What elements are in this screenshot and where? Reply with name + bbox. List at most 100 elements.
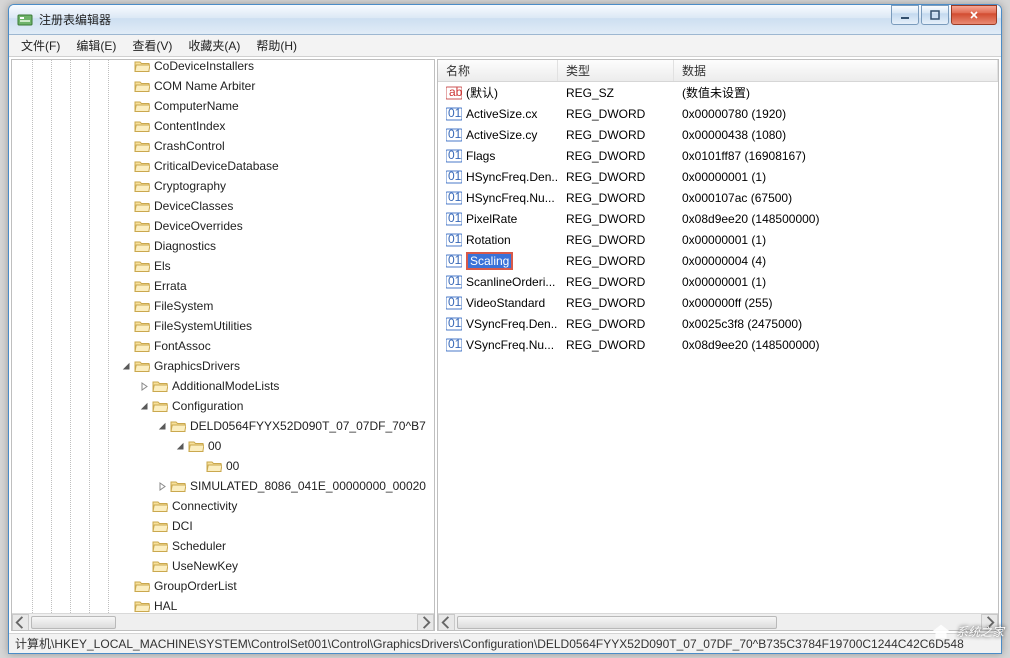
scroll-left-icon[interactable] xyxy=(12,614,29,631)
tree-item[interactable]: GroupOrderList xyxy=(12,576,434,596)
value-row[interactable]: ScanlineOrderi...REG_DWORD0x00000001 (1) xyxy=(438,271,998,292)
value-row[interactable]: ActiveSize.cx REG_DWORD0x00000780 (1920) xyxy=(438,103,998,124)
collapse-icon[interactable] xyxy=(156,420,168,432)
tree-item[interactable]: FontAssoc xyxy=(12,336,434,356)
minimize-button[interactable] xyxy=(891,5,919,25)
values-list[interactable]: (默认)REG_SZ(数值未设置)ActiveSize.cxREG_DWORD0… xyxy=(438,82,998,613)
value-row[interactable]: VideoStandardREG_DWORD0x000000ff (255) xyxy=(438,292,998,313)
scroll-thumb[interactable] xyxy=(31,616,116,629)
twisty-spacer xyxy=(138,560,150,572)
tree-item[interactable]: Scheduler xyxy=(12,536,434,556)
titlebar[interactable]: 注册表编辑器 xyxy=(9,5,1001,35)
tree-scroll-area[interactable]: CoDeviceInstallersCOM Name ArbiterComput… xyxy=(12,60,434,613)
menu-favorites[interactable]: 收藏夹(A) xyxy=(180,35,248,56)
col-type[interactable]: 类型 xyxy=(558,60,674,81)
tree-item[interactable]: 00 xyxy=(12,456,434,476)
status-path: 计算机\HKEY_LOCAL_MACHINE\SYSTEM\ControlSet… xyxy=(15,635,964,652)
tree-item-label: DeviceOverrides xyxy=(154,219,243,233)
value-row[interactable]: PixelRateREG_DWORD0x08d9ee20 (148500000) xyxy=(438,208,998,229)
tree-item-label: 00 xyxy=(208,439,221,453)
expand-icon[interactable] xyxy=(138,380,150,392)
tree-item-label: DELD0564FYYX52D090T_07_07DF_70^B7 xyxy=(190,419,426,433)
menu-edit[interactable]: 编辑(E) xyxy=(68,35,124,56)
tree-item[interactable]: Diagnostics xyxy=(12,236,434,256)
value-name: HSyncFreq.Den... xyxy=(466,170,558,184)
folder-icon xyxy=(152,539,168,553)
values-header: 名称 类型 数据 xyxy=(438,60,998,82)
value-data: 0x00000001 (1) xyxy=(674,170,998,184)
tree-item[interactable]: FileSystem xyxy=(12,296,434,316)
twisty-spacer xyxy=(120,180,132,192)
scroll-track[interactable] xyxy=(455,614,981,631)
tree-item[interactable]: DeviceClasses xyxy=(12,196,434,216)
tree-item[interactable]: CoDeviceInstallers xyxy=(12,60,434,76)
value-type: REG_DWORD xyxy=(558,107,674,121)
folder-icon xyxy=(134,199,150,213)
value-row[interactable]: (默认)REG_SZ(数值未设置) xyxy=(438,82,998,103)
value-row[interactable]: VSyncFreq.Den...REG_DWORD0x0025c3f8 (247… xyxy=(438,313,998,334)
tree-item[interactable]: Cryptography xyxy=(12,176,434,196)
tree-item[interactable]: HAL xyxy=(12,596,434,613)
string-value-icon xyxy=(446,85,462,101)
twisty-spacer xyxy=(120,120,132,132)
value-row[interactable]: ScalingREG_DWORD0x00000004 (4) xyxy=(438,250,998,271)
tree-item[interactable]: ComputerName xyxy=(12,96,434,116)
scroll-left-icon[interactable] xyxy=(438,614,455,631)
close-button[interactable] xyxy=(951,5,997,25)
tree-item[interactable]: COM Name Arbiter xyxy=(12,76,434,96)
tree-hscrollbar[interactable] xyxy=(12,613,434,630)
value-type: REG_DWORD xyxy=(558,296,674,310)
tree-item[interactable]: Errata xyxy=(12,276,434,296)
tree-item-label: Els xyxy=(154,259,171,273)
tree-item[interactable]: SIMULATED_8086_041E_00000000_00020 xyxy=(12,476,434,496)
folder-icon xyxy=(152,499,168,513)
scroll-track[interactable] xyxy=(29,614,417,631)
value-type: REG_DWORD xyxy=(558,149,674,163)
scroll-right-icon[interactable] xyxy=(417,614,434,631)
maximize-button[interactable] xyxy=(921,5,949,25)
tree-item[interactable]: DELD0564FYYX52D090T_07_07DF_70^B7 xyxy=(12,416,434,436)
twisty-spacer xyxy=(120,300,132,312)
expand-icon[interactable] xyxy=(156,480,168,492)
value-row[interactable]: ActiveSize.cyREG_DWORD0x00000438 (1080) xyxy=(438,124,998,145)
tree-item[interactable]: DCI xyxy=(12,516,434,536)
value-row[interactable]: HSyncFreq.Den...REG_DWORD0x00000001 (1) xyxy=(438,166,998,187)
value-row[interactable]: HSyncFreq.Nu...REG_DWORD0x000107ac (6750… xyxy=(438,187,998,208)
value-data: 0x00000001 (1) xyxy=(674,233,998,247)
tree-item[interactable]: Els xyxy=(12,256,434,276)
collapse-icon[interactable] xyxy=(174,440,186,452)
tree-item[interactable]: Configuration xyxy=(12,396,434,416)
value-data: 0x00000780 (1920) xyxy=(674,107,998,121)
twisty-spacer xyxy=(120,100,132,112)
tree-item[interactable]: FileSystemUtilities xyxy=(12,316,434,336)
collapse-icon[interactable] xyxy=(120,360,132,372)
tree-item[interactable]: UseNewKey xyxy=(12,556,434,576)
scroll-thumb[interactable] xyxy=(457,616,777,629)
menu-help[interactable]: 帮助(H) xyxy=(248,35,305,56)
value-name: ActiveSize.cx xyxy=(466,107,537,121)
menu-file[interactable]: 文件(F) xyxy=(13,35,68,56)
menu-view[interactable]: 查看(V) xyxy=(124,35,180,56)
collapse-icon[interactable] xyxy=(138,400,150,412)
tree-item[interactable]: CriticalDeviceDatabase xyxy=(12,156,434,176)
tree-item-label: Scheduler xyxy=(172,539,226,553)
tree-item[interactable]: CrashControl xyxy=(12,136,434,156)
value-type: REG_DWORD xyxy=(558,317,674,331)
tree-item[interactable]: Connectivity xyxy=(12,496,434,516)
tree-item[interactable]: AdditionalModeLists xyxy=(12,376,434,396)
tree-item[interactable]: GraphicsDrivers xyxy=(12,356,434,376)
value-type: REG_DWORD xyxy=(558,170,674,184)
value-row[interactable]: VSyncFreq.Nu...REG_DWORD0x08d9ee20 (1485… xyxy=(438,334,998,355)
folder-icon xyxy=(134,579,150,593)
tree-item[interactable]: ContentIndex xyxy=(12,116,434,136)
col-data[interactable]: 数据 xyxy=(674,60,998,81)
col-name[interactable]: 名称 xyxy=(438,60,558,81)
tree-item-label: 00 xyxy=(226,459,239,473)
folder-icon xyxy=(134,99,150,113)
list-hscrollbar[interactable] xyxy=(438,613,998,630)
value-row[interactable]: FlagsREG_DWORD0x0101ff87 (16908167) xyxy=(438,145,998,166)
tree-item[interactable]: 00 xyxy=(12,436,434,456)
folder-icon xyxy=(134,599,150,613)
value-row[interactable]: RotationREG_DWORD0x00000001 (1) xyxy=(438,229,998,250)
tree-item[interactable]: DeviceOverrides xyxy=(12,216,434,236)
